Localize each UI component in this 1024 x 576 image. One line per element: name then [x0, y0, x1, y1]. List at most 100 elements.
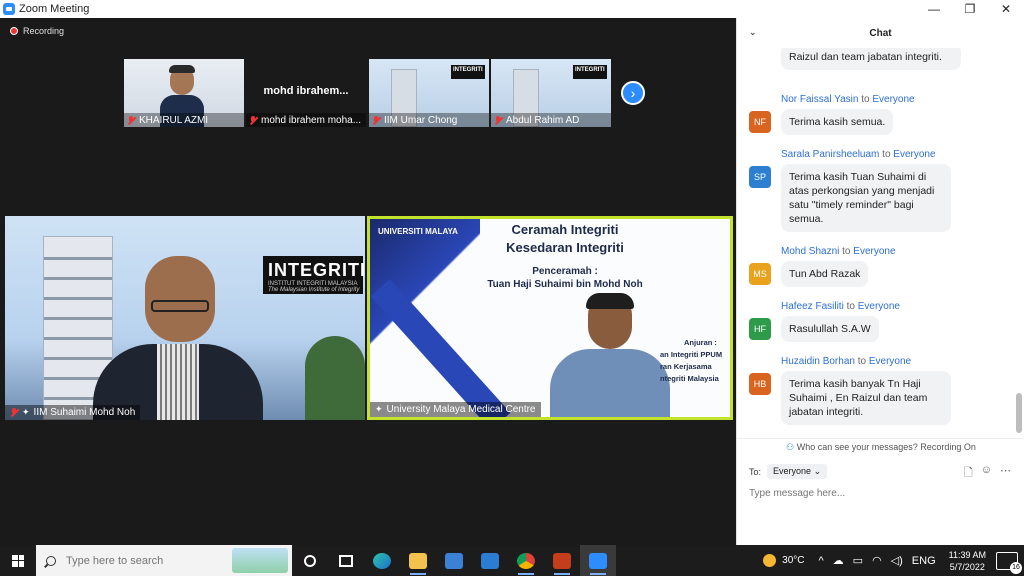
file-icon[interactable]: 🗋 — [964, 464, 973, 483]
chat-sender-name[interactable]: Hafeez Fasiliti — [781, 301, 844, 312]
system-tray: 30°C ^ ☁ ▭ ◠ ◁) ENG 11:39 AM 5/7/2022 16 — [763, 545, 1024, 576]
chat-message-text: Tun Abd Razak — [781, 261, 869, 287]
recipient-dropdown[interactable]: Everyone ⌄ — [767, 464, 828, 479]
chat-message: Mohd Shazni to Everyone MS Tun Abd Razak — [749, 246, 1011, 287]
mic-off-icon — [249, 115, 257, 125]
clock-time: 11:39 AM — [948, 549, 986, 560]
chat-message-text: Terima kasih semua. — [781, 109, 894, 135]
maximize-button[interactable]: ❐ — [952, 0, 988, 18]
mic-off-icon — [127, 115, 135, 125]
chat-panel: ⌄ Chat Raizul dan team jabatan integriti… — [736, 18, 1024, 545]
chat-to-word: to — [861, 94, 870, 105]
start-button[interactable] — [0, 545, 36, 576]
volume-icon[interactable]: ◁) — [891, 554, 903, 567]
chat-visibility-note[interactable]: ⚇ Who can see your messages? Recording O… — [737, 438, 1024, 456]
task-view-icon[interactable] — [328, 545, 364, 576]
chat-scrollbar[interactable] — [1016, 48, 1022, 438]
search-input[interactable] — [66, 554, 226, 567]
recipient-value: Everyone — [773, 466, 812, 476]
chat-message: Raizul dan team jabatan integriti. — [749, 48, 1011, 70]
chat-message-text: Raizul dan team jabatan integriti. — [781, 48, 961, 70]
chevron-down-icon[interactable]: ⌄ — [749, 27, 757, 38]
pin-icon: ✦ — [375, 404, 383, 414]
chat-to-word: to — [882, 149, 891, 160]
chat-sender-name[interactable]: Nor Faissal Yasin — [781, 94, 858, 105]
participant-label: ✦ IIM Suhaimi Mohd Noh — [5, 405, 141, 420]
integriti-banner-tagline: The Malaysian Institute of Integrity — [268, 287, 360, 293]
scrollbar-thumb[interactable] — [1016, 393, 1022, 433]
main-video-tile[interactable]: INTEGRITI INSTITUT INTEGRITI MALAYSIA Th… — [5, 216, 365, 420]
chat-message-text: Terima kasih Tuan Suhaimi di atas perkon… — [781, 164, 951, 232]
chat-message: Hafeez Fasiliti to Everyone HF Rasululla… — [749, 301, 1011, 342]
recording-dot-icon — [10, 27, 18, 35]
title-bar: Zoom Meeting — ❐ ✕ — [0, 0, 1024, 18]
chat-to-word: to — [842, 246, 851, 257]
pin-icon: ✦ — [22, 407, 30, 417]
mail-icon[interactable] — [472, 545, 508, 576]
chat-visibility-text: Who can see your messages? Recording On — [796, 442, 976, 452]
search-highlight-image[interactable] — [232, 548, 288, 573]
chat-message: Nor Faissal Yasin to Everyone NF Terima … — [749, 94, 1011, 135]
participant-thumbnail[interactable]: INTEGRITI Abdul Rahim AD — [491, 59, 611, 127]
chat-sender-name[interactable]: Sarala Panirsheeluam — [781, 149, 879, 160]
avatar: NF — [749, 111, 771, 133]
cloud-icon[interactable]: ☁ — [833, 554, 844, 567]
weather-widget[interactable]: 30°C — [763, 554, 804, 567]
main-video-tile-active-speaker[interactable]: UNIVERSITI MALAYA Ceramah Integriti Kese… — [367, 216, 733, 420]
edge-icon[interactable] — [364, 545, 400, 576]
windows-logo-icon — [12, 554, 24, 567]
close-button[interactable]: ✕ — [988, 0, 1024, 18]
notification-count: 16 — [1010, 561, 1022, 574]
tree-image — [305, 336, 365, 420]
chat-message-list[interactable]: Raizul dan team jabatan integriti. Nor F… — [737, 48, 1015, 436]
chevron-right-icon: › — [630, 85, 636, 101]
clock[interactable]: 11:39 AM 5/7/2022 — [949, 549, 986, 573]
chat-recipient: Everyone — [857, 301, 900, 312]
participant-thumbnail[interactable]: INTEGRITI IIM Umar Chong — [369, 59, 489, 127]
emoji-icon[interactable]: ☺ — [981, 464, 992, 483]
recording-label: Recording — [23, 26, 65, 36]
participant-thumbnail[interactable]: KHAIRUL AZMI — [124, 59, 244, 127]
search-icon — [46, 555, 56, 566]
zoom-icon[interactable] — [580, 545, 616, 576]
chrome-icon[interactable] — [508, 545, 544, 576]
notification-center-button[interactable]: 16 — [996, 551, 1022, 574]
recording-indicator[interactable]: Recording — [10, 26, 64, 36]
participant-display-name: mohd ibrahem... — [263, 85, 349, 97]
integriti-logo: INTEGRITI — [451, 65, 485, 79]
mic-off-icon — [494, 115, 502, 125]
participant-name: KHAIRUL AZMI — [139, 114, 209, 126]
chevron-up-icon[interactable]: ^ — [818, 555, 823, 567]
chat-message-input[interactable] — [749, 488, 1009, 499]
integriti-banner: INTEGRITI INSTITUT INTEGRITI MALAYSIA Th… — [263, 256, 365, 294]
more-icon[interactable]: ⋯ — [1000, 464, 1011, 483]
language-indicator[interactable]: ENG — [912, 555, 936, 567]
slide-speaker-heading: Penceramah : — [532, 266, 598, 277]
store-icon[interactable] — [436, 545, 472, 576]
battery-icon[interactable]: ▭ — [853, 554, 863, 567]
windows-taskbar: 30°C ^ ☁ ▭ ◠ ◁) ENG 11:39 AM 5/7/2022 16 — [0, 545, 1024, 576]
cortana-icon[interactable] — [292, 545, 328, 576]
powerpoint-icon[interactable] — [544, 545, 580, 576]
taskbar-search[interactable] — [36, 545, 292, 576]
next-page-button[interactable]: › — [621, 81, 645, 105]
slide-organizer-line: ntegriti Malaysia — [660, 374, 719, 383]
chevron-down-icon: ⌄ — [813, 466, 822, 476]
chat-to-word: to — [846, 301, 855, 312]
participant-name: Abdul Rahim AD — [506, 114, 580, 126]
slide-organizer-line: an Integriti PPUM — [660, 350, 723, 359]
minimize-button[interactable]: — — [916, 0, 952, 18]
wifi-icon[interactable]: ◠ — [872, 554, 882, 567]
participant-thumbnail[interactable]: mohd ibrahem... mohd ibrahem moha... — [246, 59, 366, 127]
mic-off-icon — [10, 408, 18, 417]
chat-sender-name[interactable]: Huzaidin Borhan — [781, 356, 855, 367]
sun-icon — [763, 554, 777, 567]
chat-sender-name[interactable]: Mohd Shazni — [781, 246, 839, 257]
chat-recipient-row: To: Everyone ⌄ 🗋 ☺ ⋯ — [749, 464, 1019, 479]
avatar: MS — [749, 263, 771, 285]
speaker-video — [93, 252, 263, 420]
file-explorer-icon[interactable] — [400, 545, 436, 576]
chat-recipient: Everyone — [893, 149, 936, 160]
mic-off-icon — [372, 115, 380, 125]
chat-message-text: Terima kasih banyak Tn Haji Suhaimi , En… — [781, 371, 951, 425]
